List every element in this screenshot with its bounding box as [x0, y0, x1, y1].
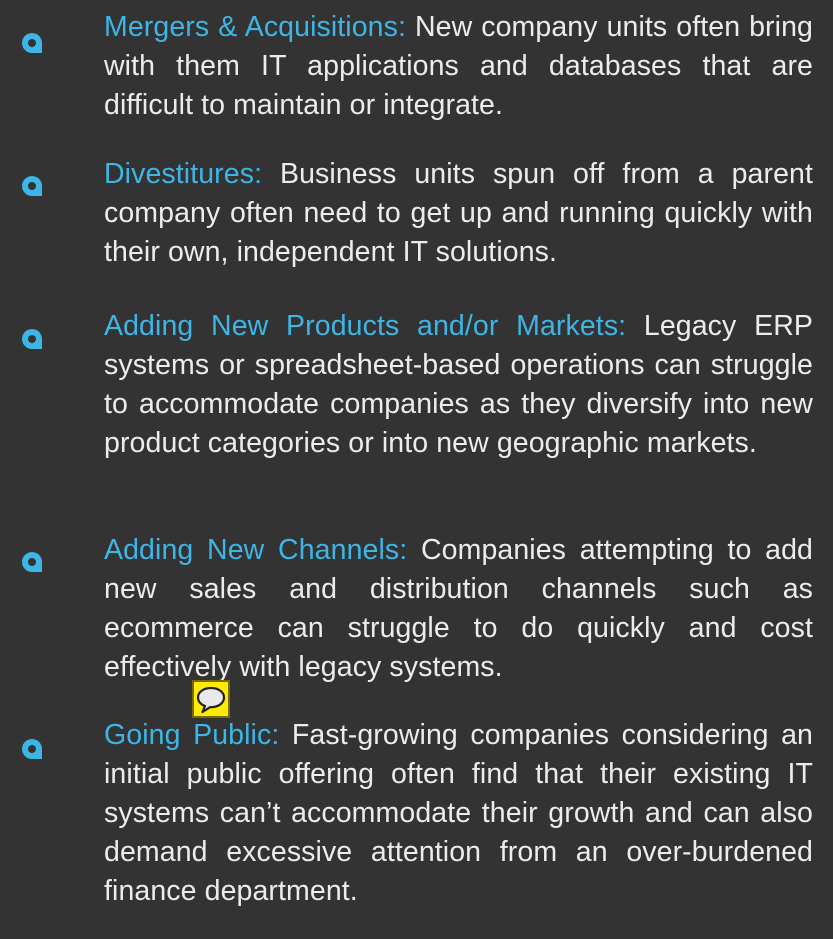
list-item-text: Divestitures: Business units spun off fr…	[104, 155, 813, 272]
map-pin-bullet-icon	[21, 32, 43, 54]
map-pin-bullet-icon	[21, 175, 43, 197]
list-item-text: Adding New Products and/or Markets: Lega…	[104, 307, 813, 463]
map-pin-bullet-icon	[21, 328, 43, 350]
list-item-text: Going Public: Fast-growing companies con…	[104, 716, 813, 911]
map-pin-bullet-icon	[21, 551, 43, 573]
list-item-lead: Going Public:	[104, 719, 280, 751]
list-item-lead: Mergers & Acquisitions:	[104, 11, 406, 43]
comment-note-icon[interactable]	[192, 680, 230, 718]
list-item-text: Mergers & Acquisitions: New company unit…	[104, 8, 813, 125]
list-item-lead: Divestitures:	[104, 158, 263, 190]
list-item-lead: Adding New Channels:	[104, 534, 408, 566]
list-item-text: Adding New Channels: Companies attemptin…	[104, 531, 813, 687]
map-pin-bullet-icon	[21, 738, 43, 760]
list-item-lead: Adding New Products and/or Markets:	[104, 310, 627, 342]
